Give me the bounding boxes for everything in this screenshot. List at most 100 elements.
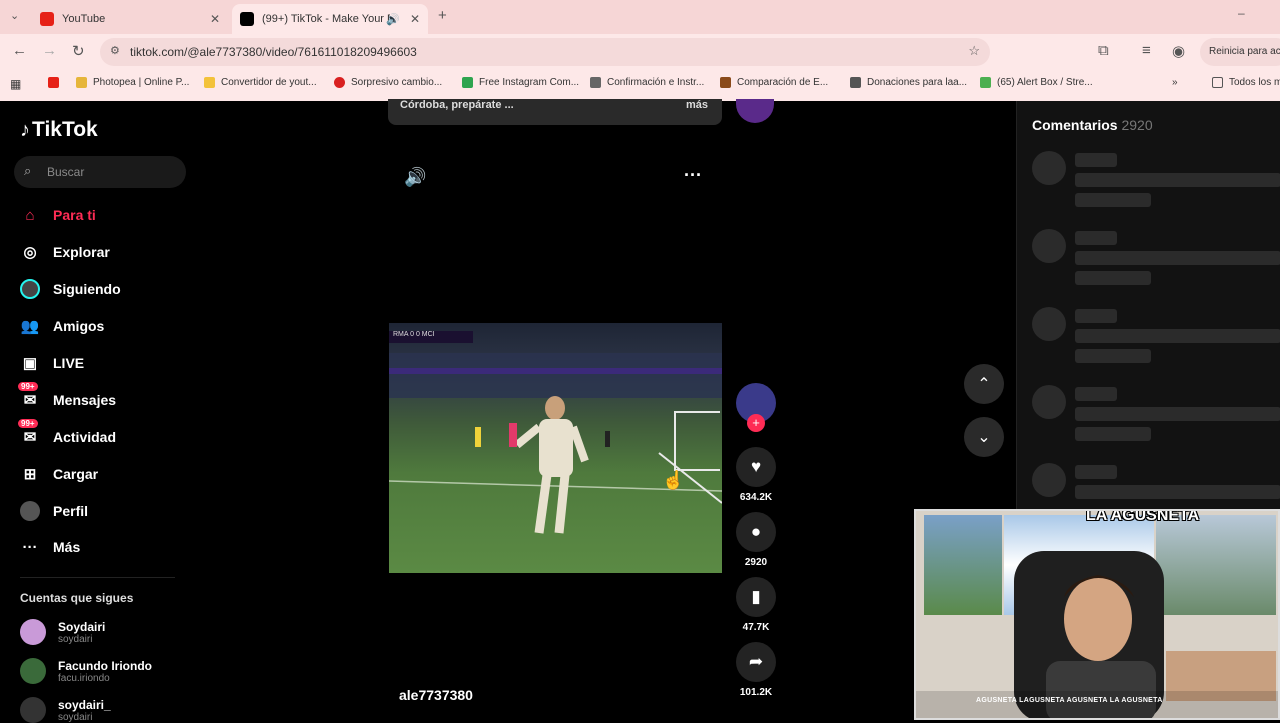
video-author[interactable]: ale7737380 [399,687,473,703]
comment-skeleton-avatar [1032,385,1066,419]
previous-author-avatar[interactable] [736,99,774,123]
previous-video-caption[interactable]: Córdoba, prepárate ... más [388,99,722,125]
next-video-button[interactable]: ⌄ [964,417,1004,457]
share-button[interactable]: ➦ 101.2K [736,642,776,698]
restart-button[interactable]: Reinicia para act [1200,38,1280,66]
sidebar-item-actividad[interactable]: ✉ 99+ Actividad [18,419,116,449]
account-handle: soydairi [58,711,93,723]
bookmark-item[interactable]: Convertidor de yout... [204,77,317,88]
sidebar-item-label: Siguiendo [53,281,121,297]
sidebar-item-live[interactable]: ▣ LIVE [20,351,84,375]
tab-label: (99+) TikTok - Make Your Da [262,13,390,25]
apps-grid-icon[interactable]: ▦ [10,77,21,91]
avatar [20,697,46,723]
site-info-icon[interactable]: ⚙ [110,44,120,57]
comment-count: 2920 [744,557,768,568]
comment-button[interactable]: ● 2920 [736,512,776,568]
bookmark-label: Convertidor de yout... [221,77,317,88]
media-icon[interactable]: ≡ [1142,42,1151,59]
all-bookmarks[interactable]: Todos los m [1212,77,1280,88]
new-tab-icon[interactable]: + [438,7,447,24]
sidebar-item-perfil[interactable]: Perfil [20,499,88,523]
bookmark-item[interactable]: Sorpresivo cambio... [334,77,442,88]
account-name: Soydairi [58,619,106,634]
sidebar-item-explorar[interactable]: ◎ Explorar [20,240,109,264]
sidebar-item-amigos[interactable]: 👥 Amigos [20,314,105,338]
account-name: soydairi_ [58,697,111,712]
profile-avatar-icon [20,501,40,521]
account-handle: facu.iriondo [58,672,110,684]
more-dots-icon: ··· [22,538,38,556]
sidebar-item-siguiendo[interactable]: Siguiendo [20,277,121,301]
sidebar-item-label: Amigos [53,318,105,334]
bookmark-item[interactable]: Free Instagram Com... [462,77,579,88]
like-button[interactable]: ♥ 634.2K [736,447,776,503]
tab-tiktok[interactable]: (99+) TikTok - Make Your Da 🔊 ✕ [232,4,428,34]
sidebar-item-mensajes[interactable]: ✉ 99+ Mensajes [18,382,117,412]
bookmark-star-icon[interactable]: ☆ [968,43,980,59]
volume-icon[interactable]: 🔊 [404,167,426,188]
more-link[interactable]: más [686,99,708,111]
comments-title: Comentarios 2920 [1032,117,1153,133]
video-player[interactable]: RMA 0 0 MCI [389,323,722,573]
comments-count: 2920 [1121,117,1153,133]
sidebar-item-label: Para ti [53,207,96,223]
more-options-icon[interactable]: ··· [684,165,702,186]
bookmark-item[interactable]: Confirmación e Instr... [590,77,704,88]
sidebar-item-label: Mensajes [53,392,117,408]
tiktok-logo[interactable]: ♪ TikTok [20,118,98,142]
following-account[interactable]: soydairi_ soydairi [20,697,111,723]
bookmark-youtube[interactable] [48,77,65,88]
reload-icon[interactable]: ↻ [72,42,85,60]
chevron-up-icon: ⌃ [977,376,991,393]
sidebar-item-mas[interactable]: ··· Más [20,535,81,559]
sidebar-item-label: Perfil [53,503,89,519]
previous-video-button[interactable]: ⌃ [964,364,1004,404]
save-button[interactable]: ▮ 47.7K [736,577,776,633]
back-icon[interactable]: ← [12,42,27,59]
sidebar-item-label: Cargar [53,466,99,482]
account-name: Facundo Iriondo [58,658,152,673]
sidebar-item-cargar[interactable]: ⊞ Cargar [20,462,98,486]
profile-icon[interactable]: ◉ [1172,42,1185,60]
more-bookmarks-icon[interactable]: » [1172,77,1178,88]
follow-plus-icon[interactable]: + [747,414,765,432]
comment-skeleton-line [1075,193,1151,207]
close-tab-icon[interactable]: ✕ [210,12,220,26]
following-icon [20,279,40,299]
bookmark-item[interactable]: (65) Alert Box / Stre... [980,77,1093,88]
forward-icon[interactable]: → [42,42,57,59]
author-avatar-button[interactable]: + [736,383,776,432]
speaker-icon[interactable]: 🔊 [386,13,400,26]
tab-youtube[interactable]: YouTube ✕ [32,4,228,34]
like-count: 634.2K [739,492,773,503]
tab-search-icon[interactable]: ⌄ [10,9,19,22]
minimize-icon[interactable]: – [1238,6,1245,20]
home-icon: ⌂ [25,206,35,224]
search-placeholder: Buscar [47,165,85,179]
omnibox[interactable]: ⚙ tiktok.com/@ale7737380/video/761611018… [100,38,990,66]
share-arrow-icon: ➦ [736,642,776,682]
extensions-icon[interactable]: ⧉ [1098,42,1109,59]
bookmark-item[interactable]: Comparación de E... [720,77,828,88]
bookmark-label: Free Instagram Com... [479,77,580,88]
search-input[interactable]: ⌕ Buscar [14,156,186,188]
site-icon [980,77,991,88]
search-icon: ⌕ [24,163,32,178]
bookmarks-bar: ▦ Photopea | Online P... Convertidor de … [0,70,1280,98]
mouse-cursor-icon: ☝ [662,470,685,490]
youtube-icon [48,77,59,88]
following-account[interactable]: Facundo Iriondo facu.iriondo [20,658,152,684]
bookmark-item[interactable]: Donaciones para laa... [850,77,967,88]
bookmark-label: Sorpresivo cambio... [351,77,443,88]
sidebar-item-label: Más [53,539,81,555]
streamer-frame [1014,551,1276,718]
comment-skeleton-line [1075,309,1117,323]
following-account[interactable]: Soydairi soydairi [20,619,105,645]
close-tab-icon[interactable]: ✕ [410,12,420,26]
comment-skeleton-avatar [1032,307,1066,341]
bookmark-item[interactable]: Photopea | Online P... [76,77,189,88]
sidebar-item-para-ti[interactable]: ⌂ Para ti [20,203,96,227]
sidebar: ♪ TikTok ⌕ Buscar ⌂ Para ti ◎ Explorar Sig… [0,101,200,723]
friends-icon: 👥 [20,318,40,335]
